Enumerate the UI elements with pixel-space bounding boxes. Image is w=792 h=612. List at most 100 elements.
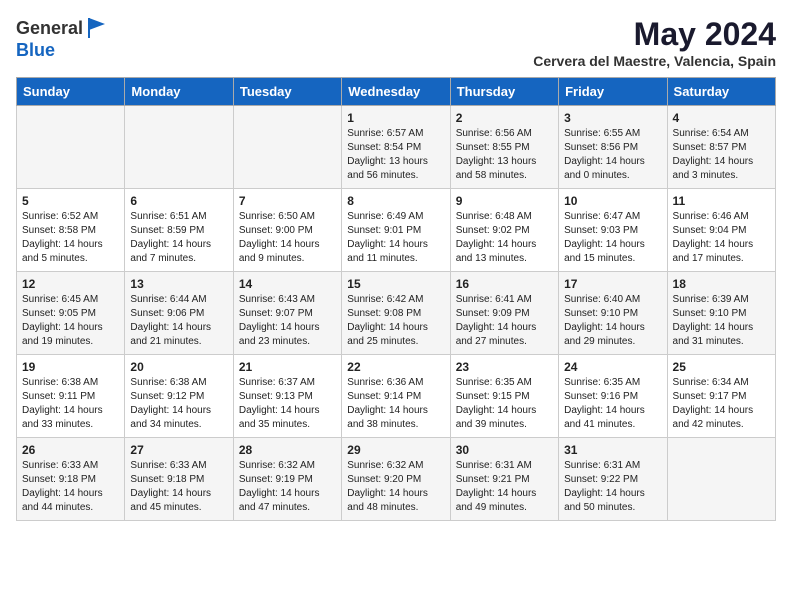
day-info: Sunrise: 6:33 AM Sunset: 9:18 PM Dayligh…: [130, 459, 227, 515]
day-number: 27: [130, 443, 227, 457]
calendar-cell: 2 Sunrise: 6:56 AM Sunset: 8:55 PM Daylig…: [450, 106, 558, 189]
day-number: 8: [347, 194, 444, 208]
calendar-cell: [125, 106, 233, 189]
day-number: 7: [239, 194, 336, 208]
day-info: Sunrise: 6:54 AM Sunset: 8:57 PM Dayligh…: [673, 127, 770, 183]
day-info: Sunrise: 6:43 AM Sunset: 9:07 PM Dayligh…: [239, 293, 336, 349]
calendar-cell: 17 Sunrise: 6:40 AM Sunset: 9:10 PM Dayli…: [559, 272, 667, 355]
calendar-cell: 19Sunrise: 6:38 AM Sunset: 9:11 PM Dayli…: [17, 355, 125, 438]
day-number: 24: [564, 360, 661, 374]
day-number: 14: [239, 277, 336, 291]
header-wednesday: Wednesday: [342, 78, 450, 106]
day-number: 19: [22, 360, 119, 374]
calendar-cell: 9 Sunrise: 6:48 AM Sunset: 9:02 PM Daylig…: [450, 189, 558, 272]
calendar-cell: 22 Sunrise: 6:36 AM Sunset: 9:14 PM Dayli…: [342, 355, 450, 438]
day-info: Sunrise: 6:31 AM Sunset: 9:21 PM Dayligh…: [456, 459, 553, 515]
day-number: 4: [673, 111, 770, 125]
calendar-cell: 28 Sunrise: 6:32 AM Sunset: 9:19 PM Dayli…: [233, 438, 341, 521]
day-info: Sunrise: 6:35 AM Sunset: 9:16 PM Dayligh…: [564, 376, 661, 432]
day-info: Sunrise: 6:38 AM Sunset: 9:12 PM Dayligh…: [130, 376, 227, 432]
day-number: 1: [347, 111, 444, 125]
day-info: Sunrise: 6:45 AM Sunset: 9:05 PM Dayligh…: [22, 293, 119, 349]
day-number: 18: [673, 277, 770, 291]
day-info: Sunrise: 6:44 AM Sunset: 9:06 PM Dayligh…: [130, 293, 227, 349]
header-tuesday: Tuesday: [233, 78, 341, 106]
day-info: Sunrise: 6:34 AM Sunset: 9:17 PM Dayligh…: [673, 376, 770, 432]
weekday-header-row: Sunday Monday Tuesday Wednesday Thursday…: [17, 78, 776, 106]
page-header: General Blue May 2024 Cervera del Maestr…: [16, 16, 776, 69]
header-sunday: Sunday: [17, 78, 125, 106]
day-info: Sunrise: 6:40 AM Sunset: 9:10 PM Dayligh…: [564, 293, 661, 349]
calendar-cell: 21 Sunrise: 6:37 AM Sunset: 9:13 PM Dayli…: [233, 355, 341, 438]
calendar-body: 1 Sunrise: 6:57 AM Sunset: 8:54 PM Daylig…: [17, 106, 776, 521]
day-number: 15: [347, 277, 444, 291]
day-number: 17: [564, 277, 661, 291]
day-number: 2: [456, 111, 553, 125]
calendar-cell: [233, 106, 341, 189]
day-number: 5: [22, 194, 119, 208]
day-info: Sunrise: 6:41 AM Sunset: 9:09 PM Dayligh…: [456, 293, 553, 349]
calendar-cell: 1 Sunrise: 6:57 AM Sunset: 8:54 PM Daylig…: [342, 106, 450, 189]
calendar-table: Sunday Monday Tuesday Wednesday Thursday…: [16, 77, 776, 521]
day-number: 23: [456, 360, 553, 374]
day-number: 22: [347, 360, 444, 374]
calendar-cell: [667, 438, 775, 521]
day-info: Sunrise: 6:46 AM Sunset: 9:04 PM Dayligh…: [673, 210, 770, 266]
calendar-cell: 16Sunrise: 6:41 AM Sunset: 9:09 PM Dayli…: [450, 272, 558, 355]
calendar-cell: 18 Sunrise: 6:39 AM Sunset: 9:10 PM Dayli…: [667, 272, 775, 355]
calendar-cell: 23 Sunrise: 6:35 AM Sunset: 9:15 PM Dayli…: [450, 355, 558, 438]
calendar-cell: 26 Sunrise: 6:33 AM Sunset: 9:18 PM Dayli…: [17, 438, 125, 521]
day-info: Sunrise: 6:57 AM Sunset: 8:54 PM Dayligh…: [347, 127, 444, 183]
calendar-week-row: 26 Sunrise: 6:33 AM Sunset: 9:18 PM Dayli…: [17, 438, 776, 521]
calendar-cell: 10 Sunrise: 6:47 AM Sunset: 9:03 PM Dayli…: [559, 189, 667, 272]
day-info: Sunrise: 6:33 AM Sunset: 9:18 PM Dayligh…: [22, 459, 119, 515]
day-number: 31: [564, 443, 661, 457]
title-block: May 2024 Cervera del Maestre, Valencia, …: [533, 16, 776, 69]
day-number: 13: [130, 277, 227, 291]
calendar-week-row: 5Sunrise: 6:52 AM Sunset: 8:58 PM Daylig…: [17, 189, 776, 272]
day-number: 3: [564, 111, 661, 125]
day-info: Sunrise: 6:48 AM Sunset: 9:02 PM Dayligh…: [456, 210, 553, 266]
calendar-cell: 25Sunrise: 6:34 AM Sunset: 9:17 PM Dayli…: [667, 355, 775, 438]
calendar-week-row: 1 Sunrise: 6:57 AM Sunset: 8:54 PM Daylig…: [17, 106, 776, 189]
calendar-cell: 13 Sunrise: 6:44 AM Sunset: 9:06 PM Dayli…: [125, 272, 233, 355]
calendar-cell: 4 Sunrise: 6:54 AM Sunset: 8:57 PM Daylig…: [667, 106, 775, 189]
calendar-header: Sunday Monday Tuesday Wednesday Thursday…: [17, 78, 776, 106]
location-subtitle: Cervera del Maestre, Valencia, Spain: [533, 53, 776, 69]
calendar-cell: [17, 106, 125, 189]
day-info: Sunrise: 6:36 AM Sunset: 9:14 PM Dayligh…: [347, 376, 444, 432]
calendar-cell: 15Sunrise: 6:42 AM Sunset: 9:08 PM Dayli…: [342, 272, 450, 355]
day-info: Sunrise: 6:47 AM Sunset: 9:03 PM Dayligh…: [564, 210, 661, 266]
calendar-cell: 30 Sunrise: 6:31 AM Sunset: 9:21 PM Dayli…: [450, 438, 558, 521]
day-info: Sunrise: 6:32 AM Sunset: 9:20 PM Dayligh…: [347, 459, 444, 515]
calendar-week-row: 12Sunrise: 6:45 AM Sunset: 9:05 PM Dayli…: [17, 272, 776, 355]
calendar-cell: 29 Sunrise: 6:32 AM Sunset: 9:20 PM Dayli…: [342, 438, 450, 521]
day-info: Sunrise: 6:35 AM Sunset: 9:15 PM Dayligh…: [456, 376, 553, 432]
day-number: 10: [564, 194, 661, 208]
month-year-title: May 2024: [533, 16, 776, 53]
calendar-cell: 7Sunrise: 6:50 AM Sunset: 9:00 PM Daylig…: [233, 189, 341, 272]
logo-flag-icon: [85, 16, 109, 40]
day-number: 6: [130, 194, 227, 208]
day-number: 26: [22, 443, 119, 457]
calendar-cell: 24 Sunrise: 6:35 AM Sunset: 9:16 PM Dayli…: [559, 355, 667, 438]
day-number: 30: [456, 443, 553, 457]
calendar-cell: 11Sunrise: 6:46 AM Sunset: 9:04 PM Dayli…: [667, 189, 775, 272]
day-info: Sunrise: 6:32 AM Sunset: 9:19 PM Dayligh…: [239, 459, 336, 515]
logo-general: General: [16, 18, 83, 39]
logo: General Blue: [16, 16, 109, 61]
day-info: Sunrise: 6:56 AM Sunset: 8:55 PM Dayligh…: [456, 127, 553, 183]
day-info: Sunrise: 6:55 AM Sunset: 8:56 PM Dayligh…: [564, 127, 661, 183]
day-info: Sunrise: 6:37 AM Sunset: 9:13 PM Dayligh…: [239, 376, 336, 432]
header-friday: Friday: [559, 78, 667, 106]
day-number: 29: [347, 443, 444, 457]
calendar-cell: 20 Sunrise: 6:38 AM Sunset: 9:12 PM Dayli…: [125, 355, 233, 438]
day-info: Sunrise: 6:39 AM Sunset: 9:10 PM Dayligh…: [673, 293, 770, 349]
calendar-cell: 8Sunrise: 6:49 AM Sunset: 9:01 PM Daylig…: [342, 189, 450, 272]
day-info: Sunrise: 6:51 AM Sunset: 8:59 PM Dayligh…: [130, 210, 227, 266]
day-number: 28: [239, 443, 336, 457]
day-number: 20: [130, 360, 227, 374]
day-number: 9: [456, 194, 553, 208]
calendar-cell: 12Sunrise: 6:45 AM Sunset: 9:05 PM Dayli…: [17, 272, 125, 355]
day-number: 21: [239, 360, 336, 374]
